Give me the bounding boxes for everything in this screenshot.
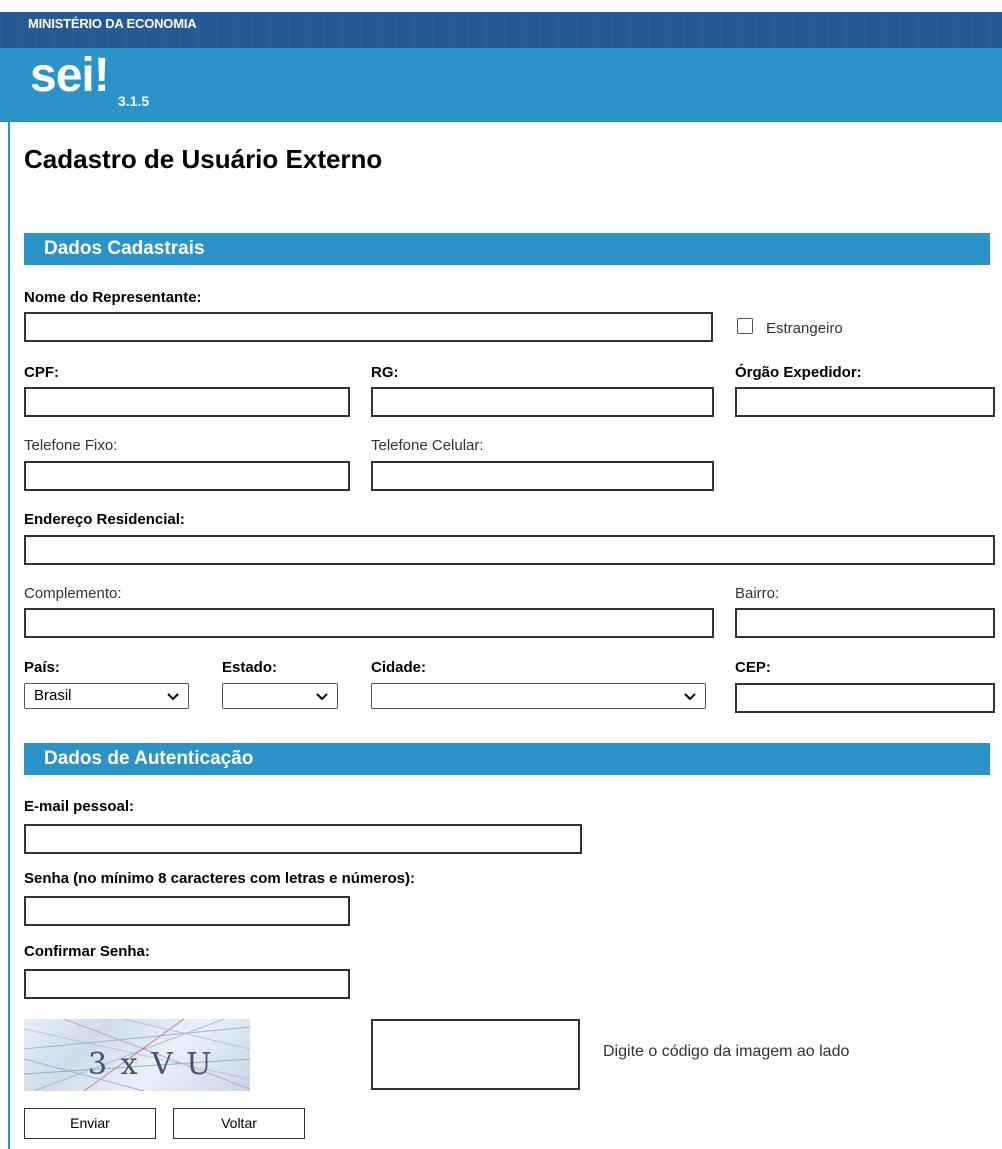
- estrangeiro-label: Estrangeiro: [766, 320, 843, 337]
- cpf-input[interactable]: [24, 387, 350, 417]
- section-dados-cadastrais: Dados Cadastrais: [24, 233, 990, 265]
- page-title: Cadastro de Usuário Externo: [24, 144, 383, 174]
- chevron-down-icon: [315, 686, 329, 709]
- confirmar-senha-input[interactable]: [24, 969, 350, 999]
- estado-select[interactable]: [222, 683, 338, 709]
- captcha-code: 3 x V U: [88, 1047, 214, 1082]
- section-title-dados-autenticacao: Dados de Autenticação: [44, 748, 254, 769]
- chevron-down-icon: [683, 686, 697, 709]
- nome-input[interactable]: [24, 312, 713, 342]
- cpf-label: CPF:: [24, 364, 59, 381]
- tel-celular-label: Telefone Celular:: [371, 437, 484, 454]
- email-label: E-mail pessoal:: [24, 798, 135, 815]
- sei-header-bar: [0, 48, 1002, 122]
- captcha-image: 3 x V U: [24, 1019, 250, 1091]
- tel-fixo-input[interactable]: [24, 461, 350, 491]
- cep-input[interactable]: [735, 683, 995, 713]
- estrangeiro-checkbox[interactable]: [737, 318, 753, 334]
- senha-input[interactable]: [24, 896, 350, 926]
- captcha-input[interactable]: [371, 1019, 580, 1090]
- captcha-hint: Digite o código da imagem ao lado: [603, 1043, 850, 1060]
- sei-version: 3.1.5: [118, 93, 150, 109]
- complemento-input[interactable]: [24, 608, 714, 638]
- endereco-label: Endereço Residencial:: [24, 511, 185, 528]
- orgao-input[interactable]: [735, 387, 995, 417]
- cidade-select[interactable]: [371, 683, 706, 709]
- email-input[interactable]: [24, 824, 582, 854]
- top-strip: [0, 0, 1002, 12]
- cep-label: CEP:: [735, 659, 771, 676]
- sei-logo: sei!: [30, 49, 110, 102]
- chevron-down-icon: [166, 686, 180, 709]
- section-title-dados-cadastrais: Dados Cadastrais: [44, 238, 205, 259]
- bairro-input[interactable]: [735, 608, 995, 638]
- cidade-label: Cidade:: [371, 659, 427, 676]
- pais-label: País:: [24, 659, 60, 676]
- endereco-input[interactable]: [24, 535, 995, 565]
- voltar-button[interactable]: Voltar: [173, 1108, 305, 1139]
- rg-label: RG:: [371, 364, 399, 381]
- left-border: [8, 122, 10, 1149]
- section-dados-autenticacao: Dados de Autenticação: [24, 743, 990, 775]
- enviar-button[interactable]: Enviar: [24, 1108, 156, 1139]
- estado-label: Estado:: [222, 659, 278, 676]
- nome-label: Nome do Representante:: [24, 289, 202, 306]
- tel-celular-input[interactable]: [371, 461, 714, 491]
- tel-fixo-label: Telefone Fixo:: [24, 437, 118, 454]
- confirmar-senha-label: Confirmar Senha:: [24, 943, 150, 960]
- ministry-name: MINISTÉRIO DA ECONOMIA: [28, 16, 197, 31]
- rg-input[interactable]: [371, 387, 714, 417]
- complemento-label: Complemento:: [24, 585, 122, 602]
- pais-value: Brasil: [34, 687, 72, 704]
- senha-label: Senha (no mínimo 8 caracteres com letras…: [24, 870, 415, 887]
- bairro-label: Bairro:: [735, 585, 780, 602]
- orgao-label: Órgão Expedidor:: [735, 364, 862, 381]
- pais-select[interactable]: Brasil: [24, 683, 189, 709]
